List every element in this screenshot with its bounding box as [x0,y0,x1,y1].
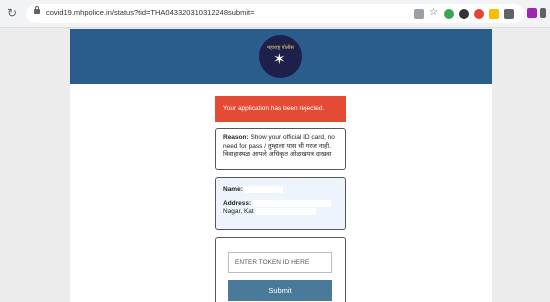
extension-grey-icon[interactable] [504,9,514,19]
reason-box: Reason: Show your official ID card, no n… [215,128,346,170]
url-text: covid19.mhpolice.in/status?tid=THA043320… [46,8,255,17]
reload-icon[interactable]: ↻ [7,6,17,20]
token-form-box: ENTER TOKEN ID HERE Submit [215,237,346,302]
police-logo-icon: महाराष्ट्र पोलीस ✶ [259,35,302,78]
extension-purple-icon[interactable] [527,8,537,18]
submit-button[interactable]: Submit [228,280,332,301]
redacted-name [244,186,283,193]
name-label: Name: [223,186,243,194]
translate-icon[interactable] [414,9,424,19]
star-icon[interactable]: ☆ [429,7,439,18]
token-id-input[interactable]: ENTER TOKEN ID HERE [228,252,332,273]
page-header: महाराष्ट्र पोलीस ✶ [70,29,492,84]
browser-toolbar: ↻ covid19.mhpolice.in/status?tid=THA0433… [0,0,550,28]
extensions-menu-icon[interactable] [540,8,546,18]
applicant-details-box: Name: Address: Nagar, Kat [215,177,346,230]
reason-text-marathi-2: विवाहास्थळ आपले अधिकृत ओळखपत्र दाखवा [223,151,332,158]
lock-icon [34,6,40,14]
reason-text-marathi-1: तुम्हाला पास ची गरज नाही. [267,142,331,150]
rejection-alert: Your application has been rejected. [215,96,346,122]
status-page: महाराष्ट्र पोलीस ✶ Your application has … [70,29,492,302]
extension-dark-icon[interactable] [459,9,469,19]
address-bar[interactable]: covid19.mhpolice.in/status?tid=THA043320… [26,4,524,23]
reason-label: Reason: [223,134,249,141]
redacted-address [253,200,331,208]
extension-red-icon[interactable] [474,9,484,19]
redacted-address-line-2 [255,208,316,216]
extension-green-icon[interactable] [444,9,454,19]
extension-yellow-icon[interactable] [489,9,499,19]
address-label: Address: [223,200,252,208]
address-partial-text: Nagar, Kat [223,208,254,216]
